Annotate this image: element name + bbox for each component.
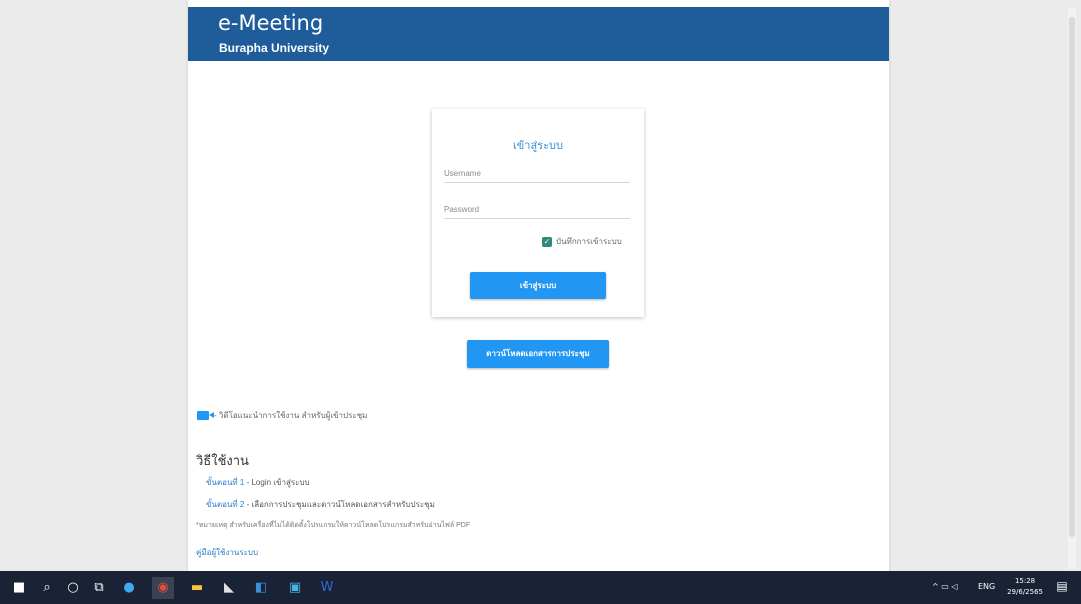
task-view-icon[interactable]: ⧉	[88, 577, 110, 599]
usage-step-1: ขั้นตอนที่ 1 - Login เข้าสู่ระบบ	[206, 476, 310, 489]
app-icon-2[interactable]: ▣	[284, 577, 306, 599]
language-indicator[interactable]: ENG	[978, 582, 995, 591]
user-manual-link[interactable]: คู่มือผู้ใช้งานระบบ	[196, 546, 258, 559]
step-1-text: - Login เข้าสู่ระบบ	[244, 478, 310, 487]
file-explorer-icon[interactable]: ▬	[186, 577, 208, 599]
notification-icon[interactable]: ▤	[1055, 579, 1069, 595]
windows-start-icon[interactable]: ■	[8, 577, 30, 599]
login-card: เข้าสู่ระบบ ✓ บันทึกการเข้าระบบ เข้าสู่ร…	[432, 109, 644, 317]
step-1-label: ขั้นตอนที่ 1	[206, 478, 245, 487]
search-icon[interactable]: ⌕	[36, 577, 58, 599]
page-scrollbar[interactable]	[1068, 7, 1076, 569]
remember-label: บันทึกการเข้าระบบ	[556, 237, 622, 246]
video-guide-link[interactable]: - วิดีโอแนะนำการใช้งาน สำหรับผู้เข้าประช…	[197, 409, 367, 422]
clock-time: 15:28	[1014, 577, 1036, 585]
remember-checkbox[interactable]: ✓	[542, 236, 552, 247]
remember-me[interactable]: ✓ บันทึกการเข้าระบบ	[542, 235, 622, 248]
username-field[interactable]	[444, 169, 630, 183]
app-title: e-Meeting	[218, 11, 324, 35]
clock-date: 29/6/2565	[1007, 588, 1043, 596]
edge-icon[interactable]: ●	[118, 577, 140, 599]
main-page: e-Meeting Burapha University เข้าสู่ระบบ…	[188, 0, 889, 571]
usage-step-2: ขั้นตอนที่ 2 - เลือกการประชุมและดาวน์โหล…	[206, 498, 435, 511]
outlook-icon[interactable]: ◧	[250, 577, 272, 599]
login-title: เข้าสู่ระบบ	[513, 140, 563, 152]
cortana-icon[interactable]: ○	[62, 577, 84, 599]
tray-icons[interactable]: ^ ▭ ◁	[932, 582, 958, 591]
usage-title: วิธีใช้งาน	[196, 454, 249, 469]
app-icon[interactable]: ◣	[218, 577, 240, 599]
scrollbar-thumb[interactable]	[1069, 17, 1075, 537]
video-camera-icon	[197, 411, 214, 420]
usage-note: *หมายเหตุ สำหรับเครื่องที่ไม่ได้ติดตั้งโ…	[196, 522, 471, 529]
chrome-icon[interactable]: ◉	[152, 577, 174, 599]
app-subtitle: Burapha University	[219, 41, 330, 55]
video-guide-text: - วิดีโอแนะนำการใช้งาน สำหรับผู้เข้าประช…	[214, 411, 368, 420]
password-field[interactable]	[444, 205, 630, 219]
app-header: e-Meeting Burapha University	[188, 7, 889, 61]
windows-taskbar: ■ ⌕ ○ ⧉ ● ◉ ▬ ◣ ◧ ▣ W ^ ▭ ◁ ENG 15:28 29…	[0, 571, 1081, 604]
download-documents-button[interactable]: ดาวน์โหลดเอกสารการประชุม	[467, 340, 609, 368]
word-icon[interactable]: W	[316, 577, 338, 599]
step-2-text: - เลือกการประชุมและดาวน์โหลดเอกสารสำหรับ…	[244, 500, 435, 509]
system-clock[interactable]: 15:28 29/6/2565	[1007, 576, 1043, 598]
login-button[interactable]: เข้าสู่ระบบ	[470, 272, 606, 299]
step-2-label: ขั้นตอนที่ 2	[206, 500, 245, 509]
